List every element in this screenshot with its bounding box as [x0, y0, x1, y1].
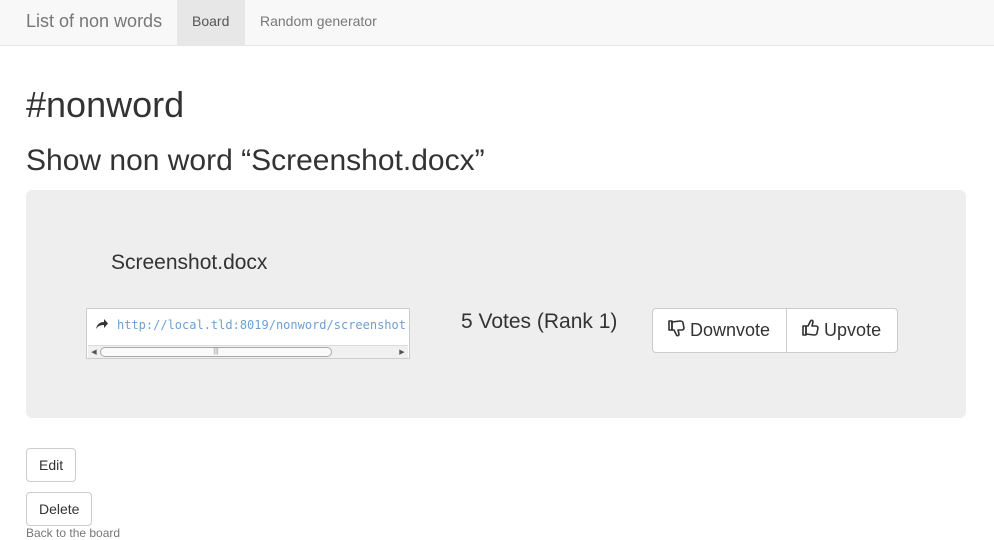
page-hashtag: #nonword — [26, 84, 185, 125]
share-arrow-icon — [95, 317, 109, 333]
back-to-board-link[interactable]: Back to the board — [26, 526, 120, 540]
upvote-label: Upvote — [824, 320, 882, 340]
thumbs-up-icon — [801, 318, 824, 343]
page-title: Show non word “Screenshot.docx” — [26, 144, 485, 177]
vote-button-group: Downvote Upvote — [652, 308, 899, 353]
share-url-field[interactable]: http://local.tld:8019/nonword/screenshot… — [86, 308, 410, 359]
delete-button[interactable]: Delete — [26, 492, 93, 526]
scrollbar-thumb[interactable]: ||| — [100, 347, 332, 357]
word-name: Screenshot.docx — [111, 251, 268, 274]
scroll-right-arrow-icon[interactable]: ▶ — [396, 346, 408, 358]
downvote-button[interactable]: Downvote — [653, 309, 786, 352]
horizontal-scrollbar[interactable]: ◀ ||| ▶ — [88, 345, 408, 358]
nav-tab-random-generator[interactable]: Random generator — [245, 0, 392, 45]
nav-tab-board[interactable]: Board — [177, 0, 245, 45]
downvote-label: Downvote — [690, 320, 771, 340]
upvote-button[interactable]: Upvote — [786, 309, 897, 352]
thumbs-down-icon — [667, 318, 690, 343]
word-panel: Screenshot.docx http://local.tld:8019/no… — [26, 190, 966, 418]
navbar-brand[interactable]: List of non words — [26, 0, 162, 46]
scroll-left-arrow-icon[interactable]: ◀ — [88, 346, 100, 358]
navbar: List of non words Board Random generator — [0, 0, 994, 46]
share-url-text[interactable]: http://local.tld:8019/nonword/screenshot… — [117, 318, 409, 332]
votes-rank-text: 5 Votes (Rank 1) — [461, 310, 618, 333]
edit-button[interactable]: Edit — [26, 448, 77, 482]
